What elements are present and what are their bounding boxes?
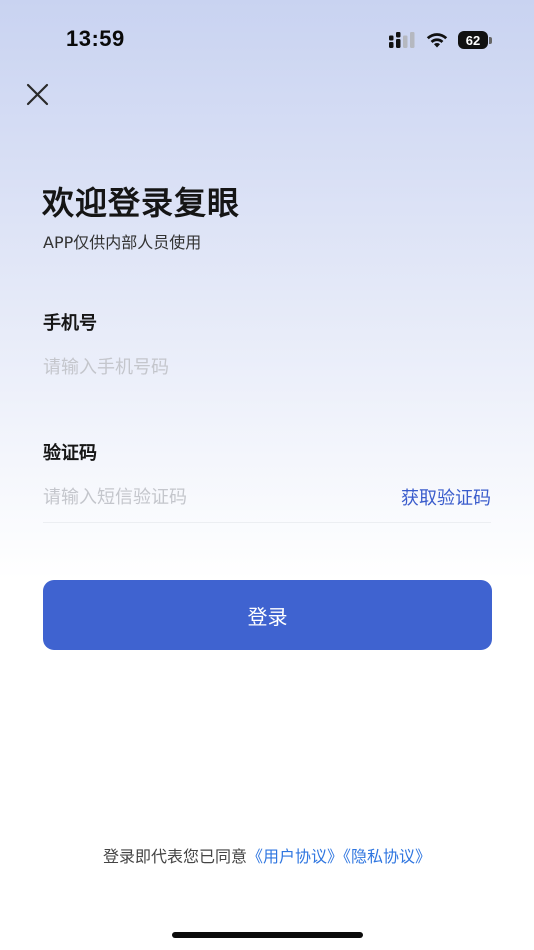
phone-divider: [43, 393, 491, 394]
battery-level: 62: [465, 32, 481, 48]
page-title: 欢迎登录复眼: [42, 184, 241, 222]
wifi-icon: [426, 33, 448, 48]
user-agreement-link[interactable]: 《用户协议》: [247, 847, 343, 866]
page-subtitle: APP仅供内部人员使用: [43, 233, 202, 252]
login-button[interactable]: 登录: [43, 580, 492, 650]
phone-input[interactable]: [43, 352, 491, 382]
agreement-text: 登录即代表您已同意《用户协议》《隐私协议》: [0, 843, 534, 867]
close-button[interactable]: [22, 80, 52, 110]
get-code-button[interactable]: 获取验证码: [401, 484, 491, 510]
battery-cap: [489, 36, 492, 44]
code-label: 验证码: [43, 443, 97, 464]
battery-icon: 62: [458, 31, 488, 49]
code-divider: [43, 522, 491, 523]
cellular-signal-icon: [389, 32, 415, 48]
agreement-prefix: 登录即代表您已同意: [102, 847, 247, 866]
status-icons: 62: [388, 29, 492, 51]
privacy-policy-link[interactable]: 《隐私协议》: [343, 847, 431, 866]
close-icon: [26, 83, 49, 106]
status-time: 13:59: [66, 26, 125, 51]
phone-label: 手机号: [43, 313, 97, 334]
home-indicator: [172, 932, 363, 938]
status-bar: 13:59 62: [0, 0, 534, 80]
battery-indicator: 62: [458, 31, 492, 49]
verification-code-input[interactable]: [43, 482, 363, 512]
